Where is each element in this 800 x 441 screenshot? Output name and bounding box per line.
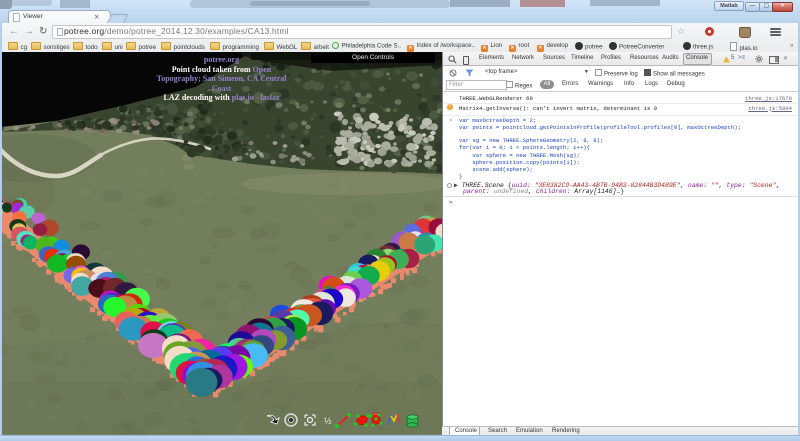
svg-text:½: ½: [324, 416, 332, 426]
